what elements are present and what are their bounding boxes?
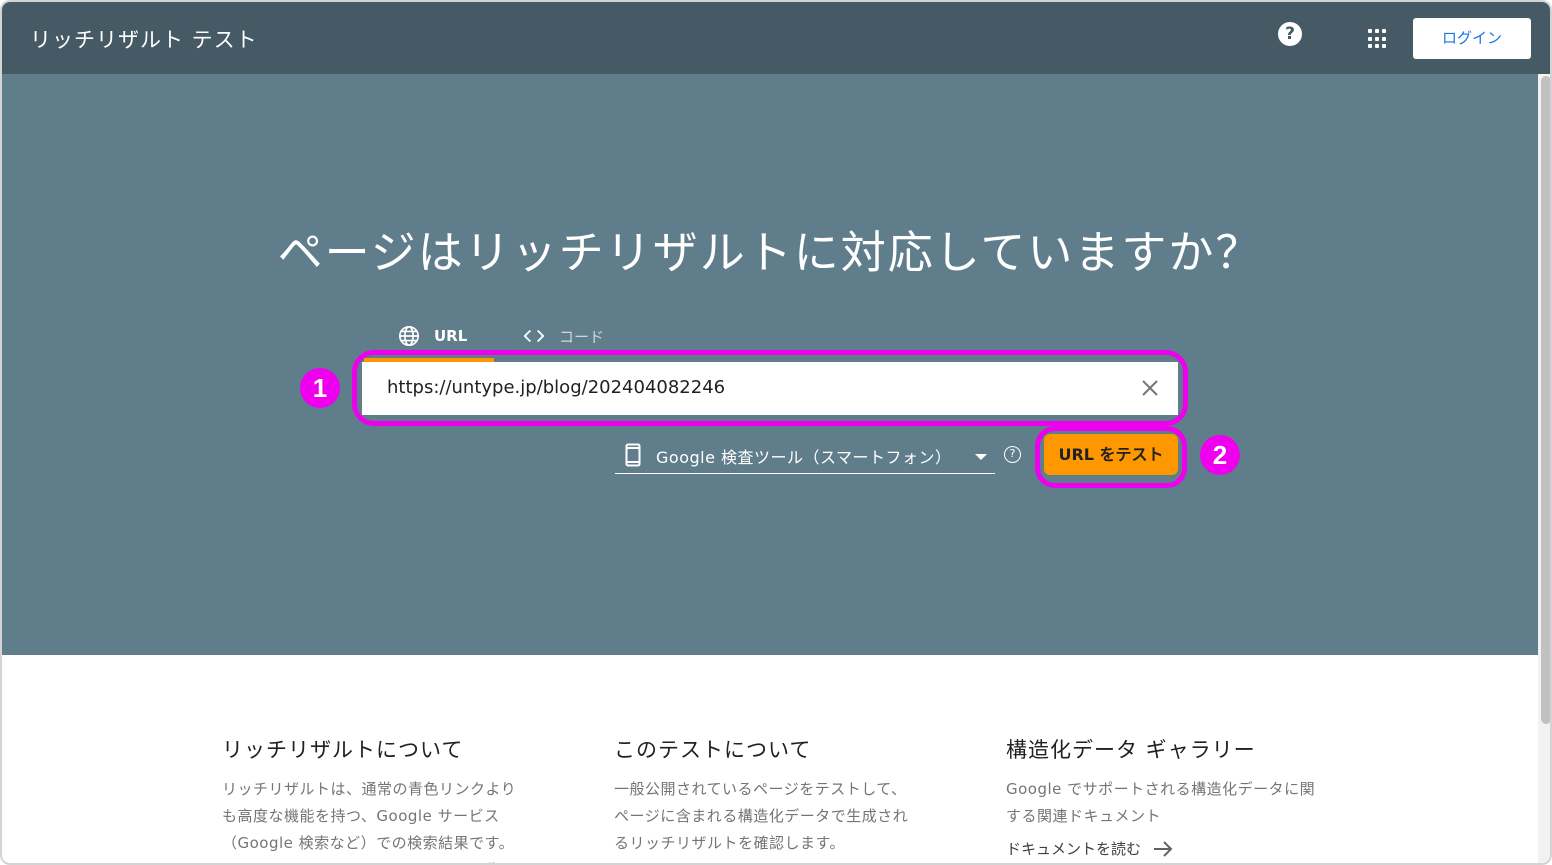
annotation-highlight-url xyxy=(352,350,1188,426)
smartphone-icon xyxy=(625,443,641,467)
info-line: リッチリザルトには、カルーセル、画像な xyxy=(222,857,532,863)
info-title: リッチリザルトについて xyxy=(222,738,464,762)
info-line: も高度な機能を持つ、Google サービス xyxy=(222,807,500,825)
info-line: 一般公開されているページをテストして、 xyxy=(614,780,907,798)
top-app-bar: リッチリザルト テスト ? ログイン xyxy=(2,2,1550,74)
info-line: ページに含まれる構造化データで生成され xyxy=(614,807,909,825)
app-title: リッチリザルト テスト xyxy=(30,28,258,52)
login-button[interactable]: ログイン xyxy=(1413,18,1531,59)
tab-url-label: URL xyxy=(434,327,468,345)
device-select-value: Google 検査ツール（スマートフォン） xyxy=(656,448,952,467)
arrow-right-icon xyxy=(1153,840,1173,858)
read-docs-link[interactable]: ドキュメントを読む xyxy=(1006,838,1316,859)
annotation-badge-2: 2 xyxy=(1200,435,1240,475)
tab-code-label: コード xyxy=(559,327,605,346)
globe-icon xyxy=(398,325,420,347)
info-line: Google でサポートされる構造化データに関 xyxy=(1006,780,1316,798)
annotation-highlight-test-button xyxy=(1035,426,1187,488)
annotation-badge-1: 1 xyxy=(300,368,340,408)
info-line: るリッチリザルトを確認します。 xyxy=(614,834,846,852)
help-icon[interactable]: ? xyxy=(1278,22,1302,46)
info-column-about-test: このテストについて 一般公開されているページをテストして、 ページに含まれる構造… xyxy=(614,734,924,857)
tab-code[interactable]: コード xyxy=(523,324,604,348)
info-line: する関連ドキュメント xyxy=(1006,807,1162,825)
info-line: （Google 検索など）での検索結果です。 xyxy=(222,834,515,852)
info-line: リッチリザルトは、通常の青色リンクより xyxy=(222,780,517,798)
tab-url[interactable]: URL xyxy=(398,324,467,348)
code-icon xyxy=(523,328,545,344)
info-column-rich-results: リッチリザルトについて リッチリザルトは、通常の青色リンクより も高度な機能を持… xyxy=(222,734,532,863)
info-title: 構造化データ ギャラリー xyxy=(1006,738,1256,762)
scrollbar-thumb[interactable] xyxy=(1541,76,1550,724)
read-docs-link-label: ドキュメントを読む xyxy=(1006,840,1142,858)
info-title: このテストについて xyxy=(614,738,812,762)
apps-grid-icon[interactable] xyxy=(1368,29,1388,49)
chevron-down-icon xyxy=(975,454,987,460)
page-headline: ページはリッチリザルトに対応していますか？ xyxy=(277,226,1263,279)
device-select[interactable]: Google 検査ツール（スマートフォン） xyxy=(615,438,995,474)
browser-frame: リッチリザルト テスト ? ログイン ページはリッチリザルトに対応していますか？… xyxy=(0,0,1552,865)
question-mark-icon[interactable]: ? xyxy=(1004,446,1021,463)
info-column-gallery: 構造化データ ギャラリー Google でサポートされる構造化データに関 する関… xyxy=(1006,734,1316,859)
